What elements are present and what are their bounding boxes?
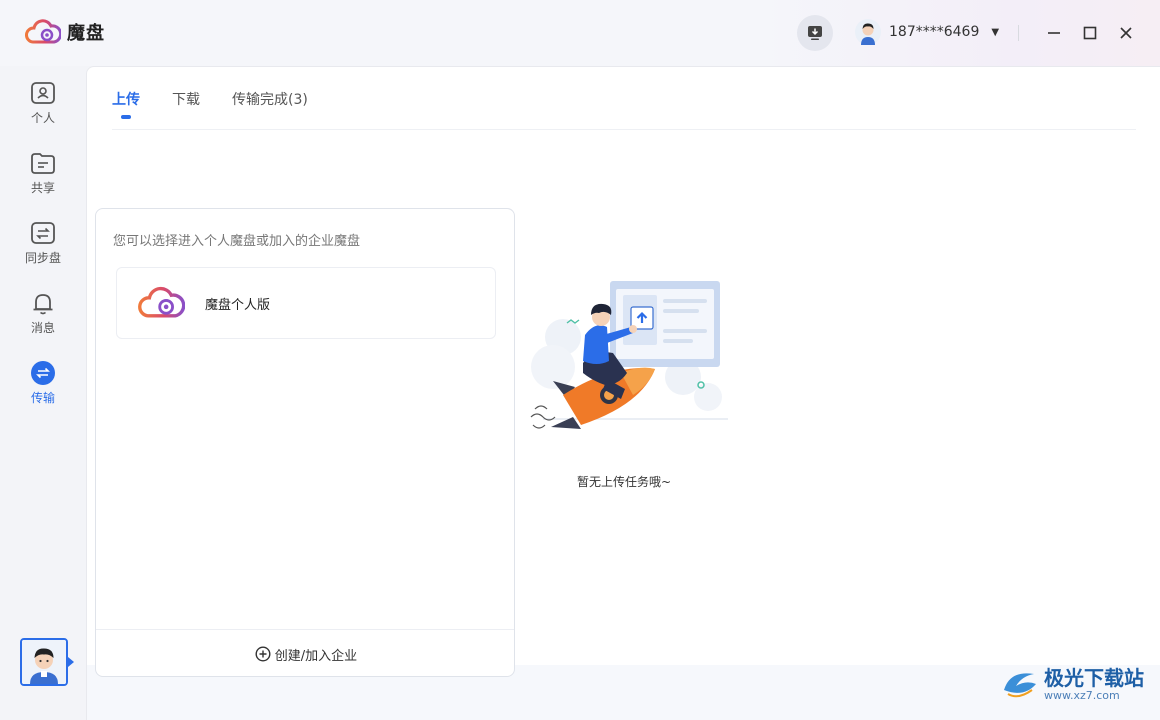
sidebar-item-label: 传输 [30, 391, 55, 405]
cloud-logo-icon [25, 19, 61, 44]
avatar[interactable] [20, 638, 68, 686]
personal-disk-card[interactable]: 魔盘个人版 [116, 267, 496, 339]
avatar-indicator [68, 657, 74, 667]
transfer-tabs: 上传 下载 传输完成(3) [112, 89, 308, 119]
watermark-logo-icon [1004, 673, 1036, 698]
cloud-logo-icon [138, 286, 185, 318]
watermark: 极光下载站 www.xz7.com [1000, 664, 1144, 704]
empty-state-message: 暂无上传任务哦~ [577, 475, 672, 489]
sidebar-item-sync[interactable]: 同步盘 [0, 220, 86, 280]
maximize-icon [1083, 26, 1097, 40]
maximize-button[interactable] [1080, 23, 1100, 43]
shared-folder-icon [31, 153, 55, 174]
sidebar-item-label: 消息 [30, 321, 55, 335]
sidebar-item-transfer[interactable]: 传输 [0, 360, 86, 420]
sidebar-item-share[interactable]: 共享 [0, 150, 86, 210]
download-icon [808, 26, 822, 40]
tab-upload[interactable]: 上传 [112, 89, 140, 119]
app-brand: 魔盘 [25, 18, 105, 46]
minimize-button[interactable] [1044, 23, 1064, 43]
disk-select-panel: 您可以选择进入个人魔盘或加入的企业魔盘 魔盘个人版 创建/加入企业 [95, 208, 515, 677]
user-menu[interactable]: 187****6469 ▼ [855, 19, 999, 45]
close-button[interactable] [1116, 23, 1136, 43]
person-folder-icon [31, 82, 55, 104]
create-join-enterprise-label: 创建/加入企业 [274, 648, 358, 664]
sidebar-item-personal[interactable]: 个人 [0, 80, 86, 140]
tab-download[interactable]: 下载 [172, 89, 200, 119]
divider [1018, 25, 1019, 41]
personal-disk-label: 魔盘个人版 [205, 297, 271, 313]
plus-circle-icon [255, 646, 271, 662]
divider [112, 129, 1136, 130]
create-join-enterprise-button[interactable]: 创建/加入企业 [96, 629, 514, 676]
download-manager-button[interactable] [797, 15, 833, 51]
sidebar-item-label: 共享 [30, 181, 55, 195]
watermark-url: www.xz7.com [1044, 688, 1120, 702]
profile-avatar-icon [22, 640, 66, 684]
sync-icon [31, 222, 55, 244]
sidebar-item-messages[interactable]: 消息 [0, 290, 86, 350]
close-icon [1120, 27, 1132, 39]
transfer-icon [31, 361, 55, 385]
minimize-icon [1048, 32, 1060, 34]
tab-completed[interactable]: 传输完成(3) [232, 89, 308, 119]
sidebar-item-label: 个人 [30, 111, 55, 125]
sidebar-item-label: 同步盘 [24, 251, 61, 265]
title-bar: 魔盘 187****6469 ▼ [0, 0, 1160, 66]
watermark-title: 极光下载站 [1044, 665, 1144, 690]
empty-upload-illustration [530, 281, 728, 429]
main-content: 上传 下载 传输完成(3) 您可以选择进入个人魔盘或加入的企业魔盘 魔盘个人版 [86, 66, 1160, 720]
chevron-down-icon[interactable]: ▼ [991, 27, 999, 38]
bell-icon [33, 294, 53, 315]
user-phone: 187****6469 [889, 24, 980, 40]
avatar [855, 19, 881, 45]
app-name: 魔盘 [67, 23, 105, 44]
panel-hint: 您可以选择进入个人魔盘或加入的企业魔盘 [113, 234, 361, 249]
sidebar: 个人 共享 同步盘 消息 传输 [0, 66, 86, 720]
